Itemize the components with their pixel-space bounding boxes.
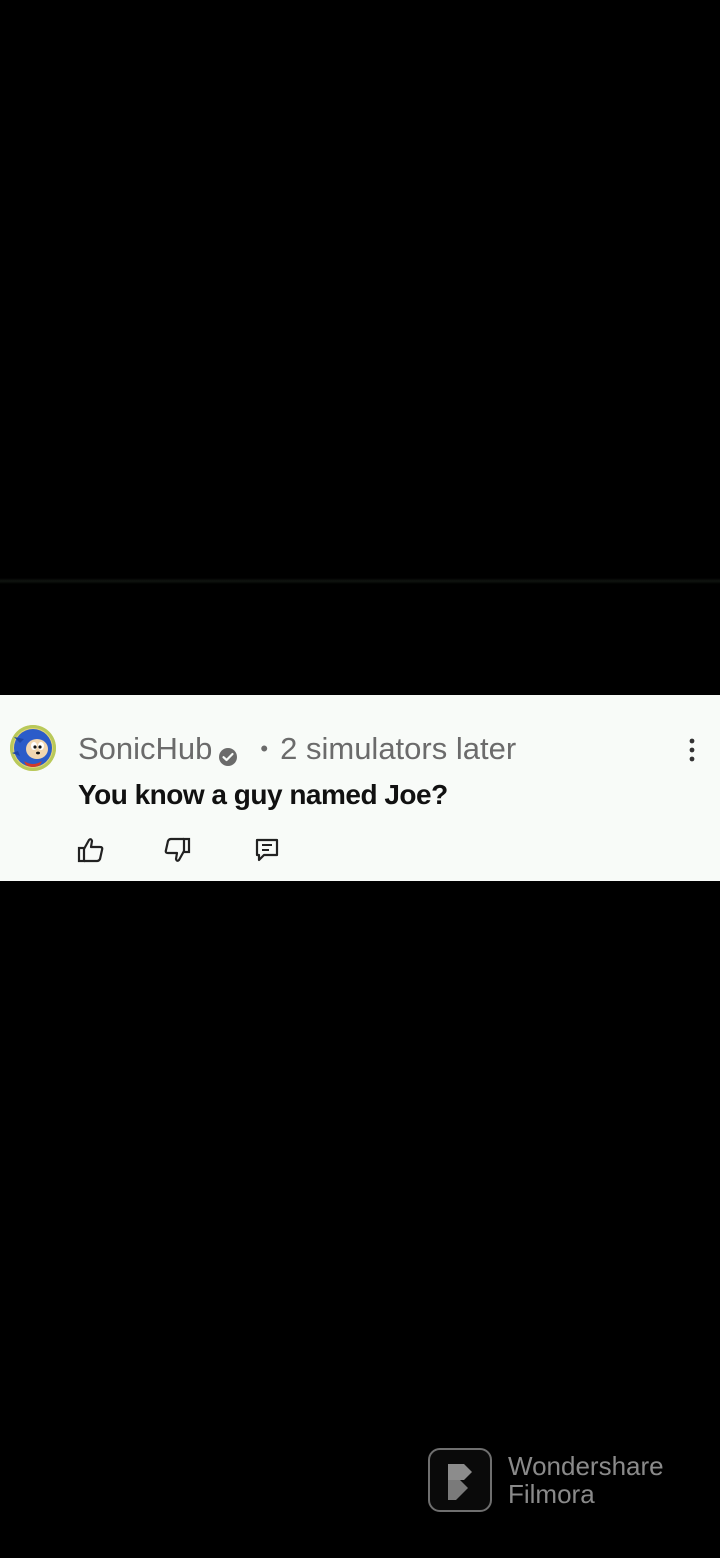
watermark-line2: Filmora	[508, 1479, 595, 1509]
meta-separator: •	[260, 736, 269, 761]
sonic-avatar-icon[interactable]	[10, 725, 56, 771]
reply-icon[interactable]	[252, 835, 282, 865]
filmora-watermark: Wondershare Filmora	[428, 1448, 698, 1516]
watermark-text: Wondershare Filmora	[508, 1452, 664, 1508]
more-vert-icon[interactable]	[684, 735, 700, 765]
divider-line	[0, 578, 720, 584]
comment-meta: SonicHub • 2 simulators later	[78, 729, 516, 769]
watermark-line1: Wondershare	[508, 1451, 664, 1481]
comment-card: SonicHub • 2 simulators later You know a…	[0, 695, 720, 881]
verified-check-icon	[218, 739, 238, 766]
comment-text: You know a guy named Joe?	[78, 779, 448, 810]
author-name[interactable]: SonicHub	[78, 731, 212, 767]
comment-timestamp: 2 simulators later	[280, 731, 517, 766]
thumbs-down-icon[interactable]	[162, 835, 192, 865]
filmora-logo-icon	[428, 1448, 492, 1512]
thumbs-up-icon[interactable]	[76, 835, 106, 865]
